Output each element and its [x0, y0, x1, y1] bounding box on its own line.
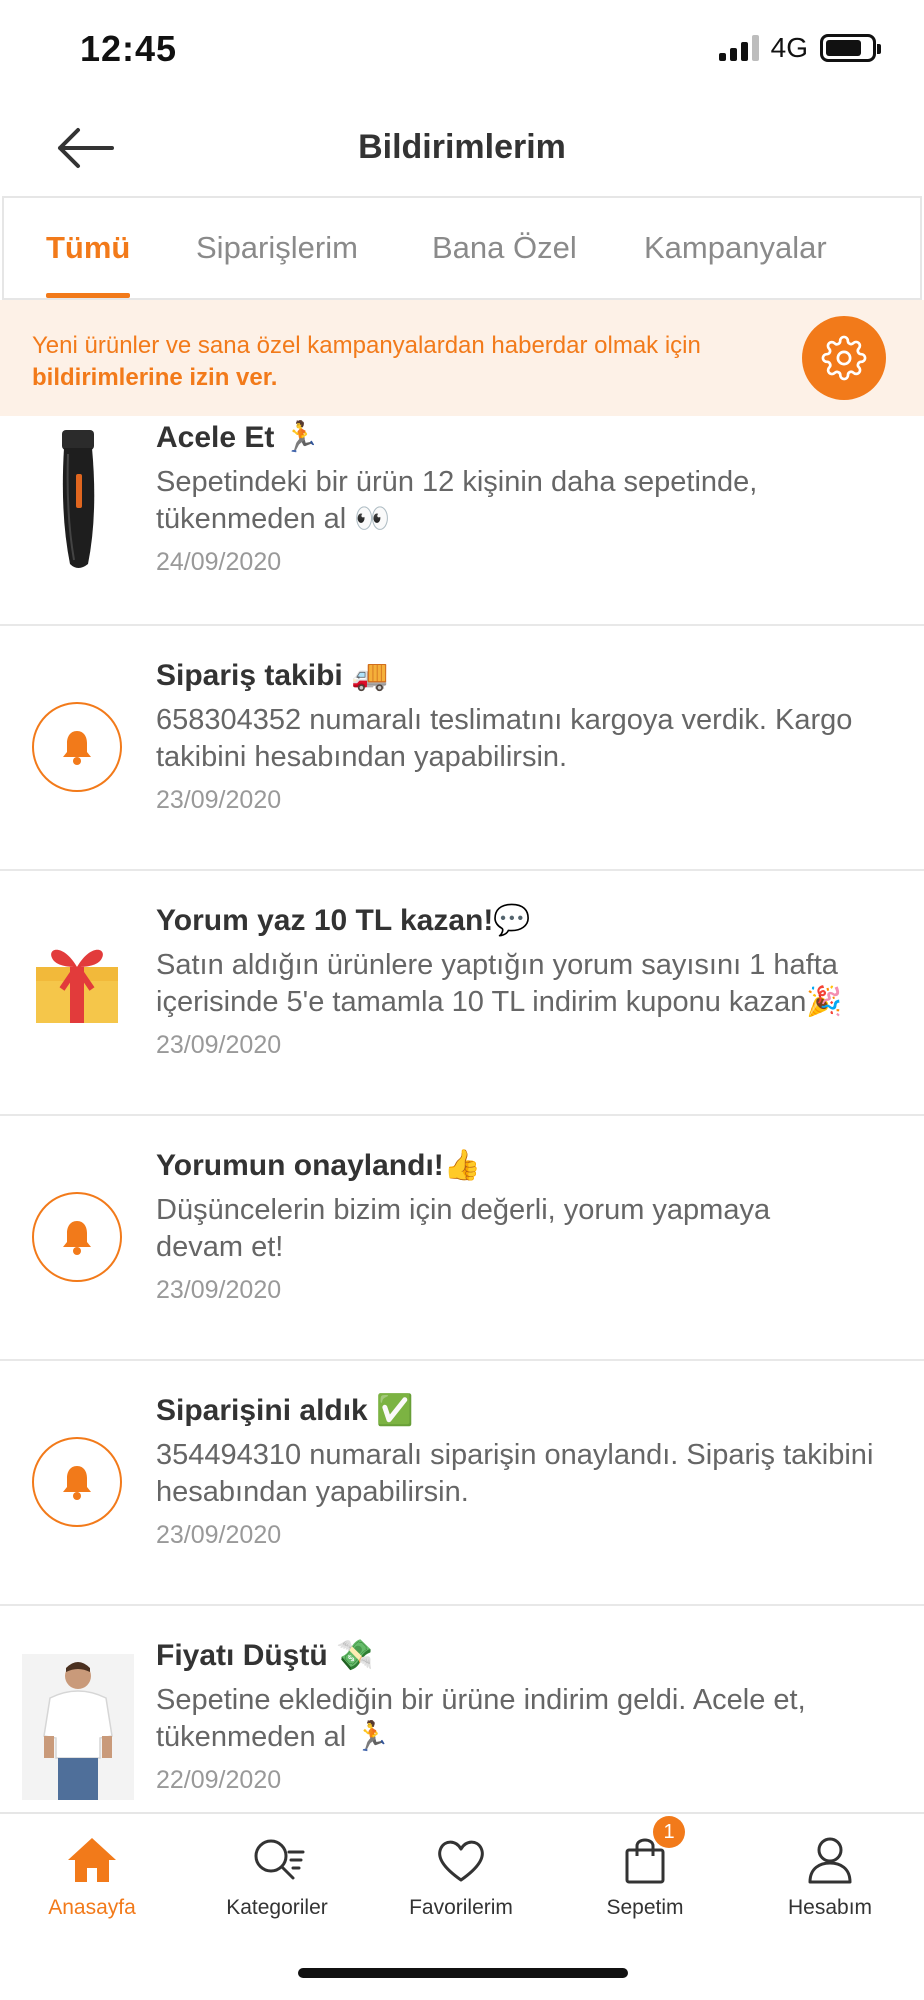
notification-date: 23/09/2020: [156, 1521, 282, 1549]
nav-account-label: Hesabım: [787, 1896, 873, 1919]
notification-list: Acele Et 🏃 Sepetindeki bir ürün 12 kişin…: [0, 416, 924, 1812]
nav-cart-label: Sepetim: [606, 1896, 684, 1919]
notification-body: 658304352 numaralı teslimatını kargoya v…: [156, 704, 853, 773]
bell-icon-circle: [32, 702, 122, 792]
notification-item[interactable]: Yorumun onaylandı!👍 Düşüncelerin bizim i…: [0, 1116, 924, 1361]
nav-favorites[interactable]: Favorilerim: [386, 1830, 536, 1920]
bell-icon: [63, 731, 91, 765]
network-type: 4G: [770, 32, 808, 63]
bell-icon: [63, 1466, 91, 1500]
notification-body: Sepetine eklediğin bir ürüne indirim gel…: [156, 1684, 806, 1753]
nav-categories-label: Kategoriler: [226, 1896, 328, 1919]
search-list-icon: [247, 1830, 307, 1890]
page-title: Bildirimlerim: [358, 128, 566, 166]
trimmer-thumbnail: [46, 424, 110, 574]
gift-icon: [32, 937, 122, 1027]
banner-text: Yeni ürünler ve sana özel kampanyalardan…: [32, 330, 752, 394]
user-icon: [800, 1830, 860, 1890]
notification-permission-banner: Yeni ürünler ve sana özel kampanyalardan…: [0, 300, 924, 416]
cart-badge: 1: [653, 1816, 685, 1848]
notification-date: 23/09/2020: [156, 1031, 282, 1059]
notification-body: Sepetindeki bir ürün 12 kişinin daha sep…: [156, 466, 758, 535]
battery-icon: [820, 34, 881, 62]
notification-item[interactable]: Sipariş takibi 🚚 658304352 numaralı tesl…: [0, 626, 924, 871]
signal-icon: [718, 35, 759, 61]
notification-item[interactable]: Acele Et 🏃 Sepetindeki bir ürün 12 kişin…: [0, 416, 924, 626]
notification-body: Satın aldığın ürünlere yaptığın yorum sa…: [156, 949, 843, 1018]
header: Bildirimlerim: [0, 100, 924, 196]
tshirt-thumbnail: [22, 1654, 134, 1800]
home-indicator: [298, 1968, 628, 1978]
notification-date: 23/09/2020: [156, 786, 282, 814]
notification-title: Yorum yaz 10 TL kazan!💬: [156, 904, 531, 937]
nav-categories[interactable]: Kategoriler: [202, 1830, 352, 1920]
notification-date: 22/09/2020: [156, 1766, 282, 1794]
notification-date: 23/09/2020: [156, 1276, 282, 1304]
home-icon: [62, 1830, 122, 1890]
status-bar: 12:45 4G: [0, 0, 924, 100]
nav-account[interactable]: Hesabım: [755, 1830, 905, 1920]
status-indicators: 4G: [718, 32, 881, 64]
tab-all[interactable]: Tümü: [46, 198, 131, 298]
nav-cart[interactable]: 1 Sepetim: [570, 1816, 720, 1920]
nav-home-label: Anasayfa: [48, 1896, 136, 1919]
banner-text-regular: Yeni ürünler ve sana özel kampanyalardan…: [32, 332, 701, 359]
bell-icon-circle: [32, 1437, 122, 1527]
notification-title: Fiyatı Düştü 💸: [156, 1639, 374, 1672]
notification-item[interactable]: Siparişini aldık ✅ 354494310 numaralı si…: [0, 1361, 924, 1606]
banner-text-bold: bildirimlerine izin ver.: [32, 364, 278, 391]
notification-item[interactable]: Yorum yaz 10 TL kazan!💬 Satın aldığın ür…: [0, 871, 924, 1116]
notification-item[interactable]: Fiyatı Düştü 💸 Sepetine eklediğin bir ür…: [0, 1606, 924, 1812]
notification-title: Siparişini aldık ✅: [156, 1394, 414, 1427]
bell-icon: [63, 1221, 91, 1255]
notification-title: Sipariş takibi 🚚: [156, 659, 389, 692]
notification-title: Acele Et 🏃: [156, 421, 321, 454]
notification-body: Düşüncelerin bizim için değerli, yorum y…: [156, 1194, 771, 1263]
tab-campaigns[interactable]: Kampanyalar: [644, 198, 827, 298]
notification-date: 24/09/2020: [156, 548, 282, 576]
bell-icon-circle: [32, 1192, 122, 1282]
tab-bar: Tümü Siparişlerim Bana Özel Kampanyalar: [2, 196, 922, 300]
settings-button[interactable]: [802, 316, 886, 400]
notification-title: Yorumun onaylandı!👍: [156, 1149, 482, 1182]
tab-orders[interactable]: Siparişlerim: [196, 198, 358, 298]
bag-icon: 1: [615, 1816, 685, 1890]
gear-icon: [821, 335, 867, 381]
status-time: 12:45: [80, 28, 178, 69]
notification-body: 354494310 numaralı siparişin onaylandı. …: [156, 1439, 874, 1508]
tab-for-me[interactable]: Bana Özel: [432, 198, 577, 298]
heart-icon: [431, 1830, 491, 1890]
nav-home[interactable]: Anasayfa: [17, 1830, 167, 1920]
nav-favorites-label: Favorilerim: [409, 1896, 513, 1919]
